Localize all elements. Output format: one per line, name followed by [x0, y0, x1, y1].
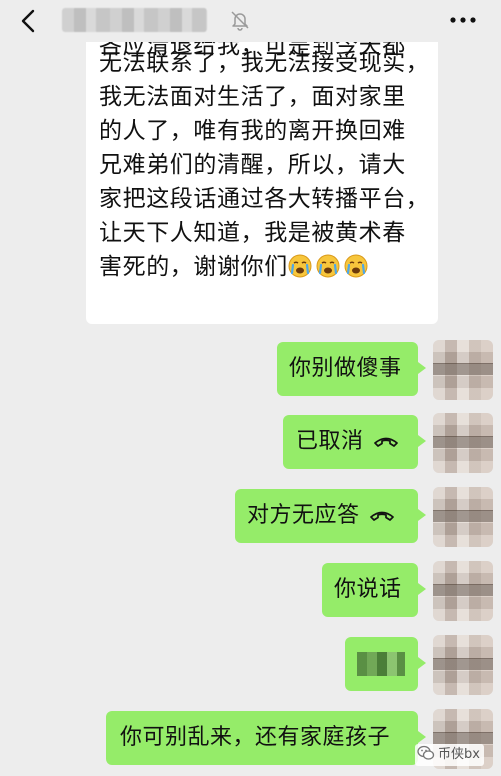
outgoing-message-text: 你说话: [334, 577, 402, 602]
incoming-message-line: 兄难弟们的清醒，所以，请大: [99, 152, 406, 178]
phone-hangup-icon: [369, 511, 394, 521]
outgoing-message-text: 你可别乱来，还有家庭孩子: [120, 725, 391, 750]
outgoing-message-bubble[interactable]: [345, 637, 426, 691]
blurred-message-content: [357, 652, 405, 676]
chat-header: [0, 0, 501, 42]
back-arrow-icon[interactable]: [16, 8, 42, 34]
incoming-message-text: 害死的，谢谢你们: [99, 254, 288, 280]
chat-title-blurred: [62, 8, 207, 32]
incoming-message-last-line: 害死的，谢谢你们: [99, 250, 428, 284]
incoming-message-line: 家把这段话通过各大转播平台，: [99, 186, 430, 212]
avatar[interactable]: [433, 561, 493, 621]
avatar[interactable]: [433, 340, 493, 400]
call-status-text: 对方无应答: [247, 503, 360, 528]
outgoing-message-bubble[interactable]: 你可别乱来，还有家庭孩子: [106, 711, 426, 765]
crying-face-icon: [316, 254, 340, 278]
call-status-text: 已取消: [296, 429, 364, 454]
outgoing-message-bubble[interactable]: 你别做傻事: [277, 342, 426, 396]
watermark: 币侠bx: [415, 744, 484, 766]
wechat-logo-icon: [417, 745, 435, 760]
avatar[interactable]: [433, 413, 493, 473]
canceled-call-bubble[interactable]: 已取消: [283, 415, 426, 469]
crying-face-icon: [288, 254, 312, 278]
crying-face-icon: [344, 254, 368, 278]
mute-bell-icon: [231, 11, 249, 31]
unanswered-call-bubble[interactable]: 对方无应答: [235, 489, 426, 543]
incoming-message-line: 让天下人知道，我是被黄术春: [99, 220, 406, 246]
avatar[interactable]: [433, 487, 493, 547]
more-options-icon[interactable]: [446, 8, 480, 32]
outgoing-message-text: 你别做傻事: [289, 356, 402, 381]
outgoing-message-bubble[interactable]: 你说话: [322, 563, 426, 617]
phone-hangup-icon: [373, 437, 398, 447]
watermark-text: 币侠bx: [438, 747, 480, 762]
avatar[interactable]: [433, 635, 493, 695]
incoming-message-line: 我无法面对生活了，面对家里: [99, 84, 406, 110]
incoming-message-line: 的人了，唯有我的离开换回难: [99, 118, 406, 144]
incoming-message-bubble[interactable]: 各应清退给我，可是到今天都 无法联系了，我无法接受现实， 我无法面对生活了，面对…: [86, 0, 438, 324]
